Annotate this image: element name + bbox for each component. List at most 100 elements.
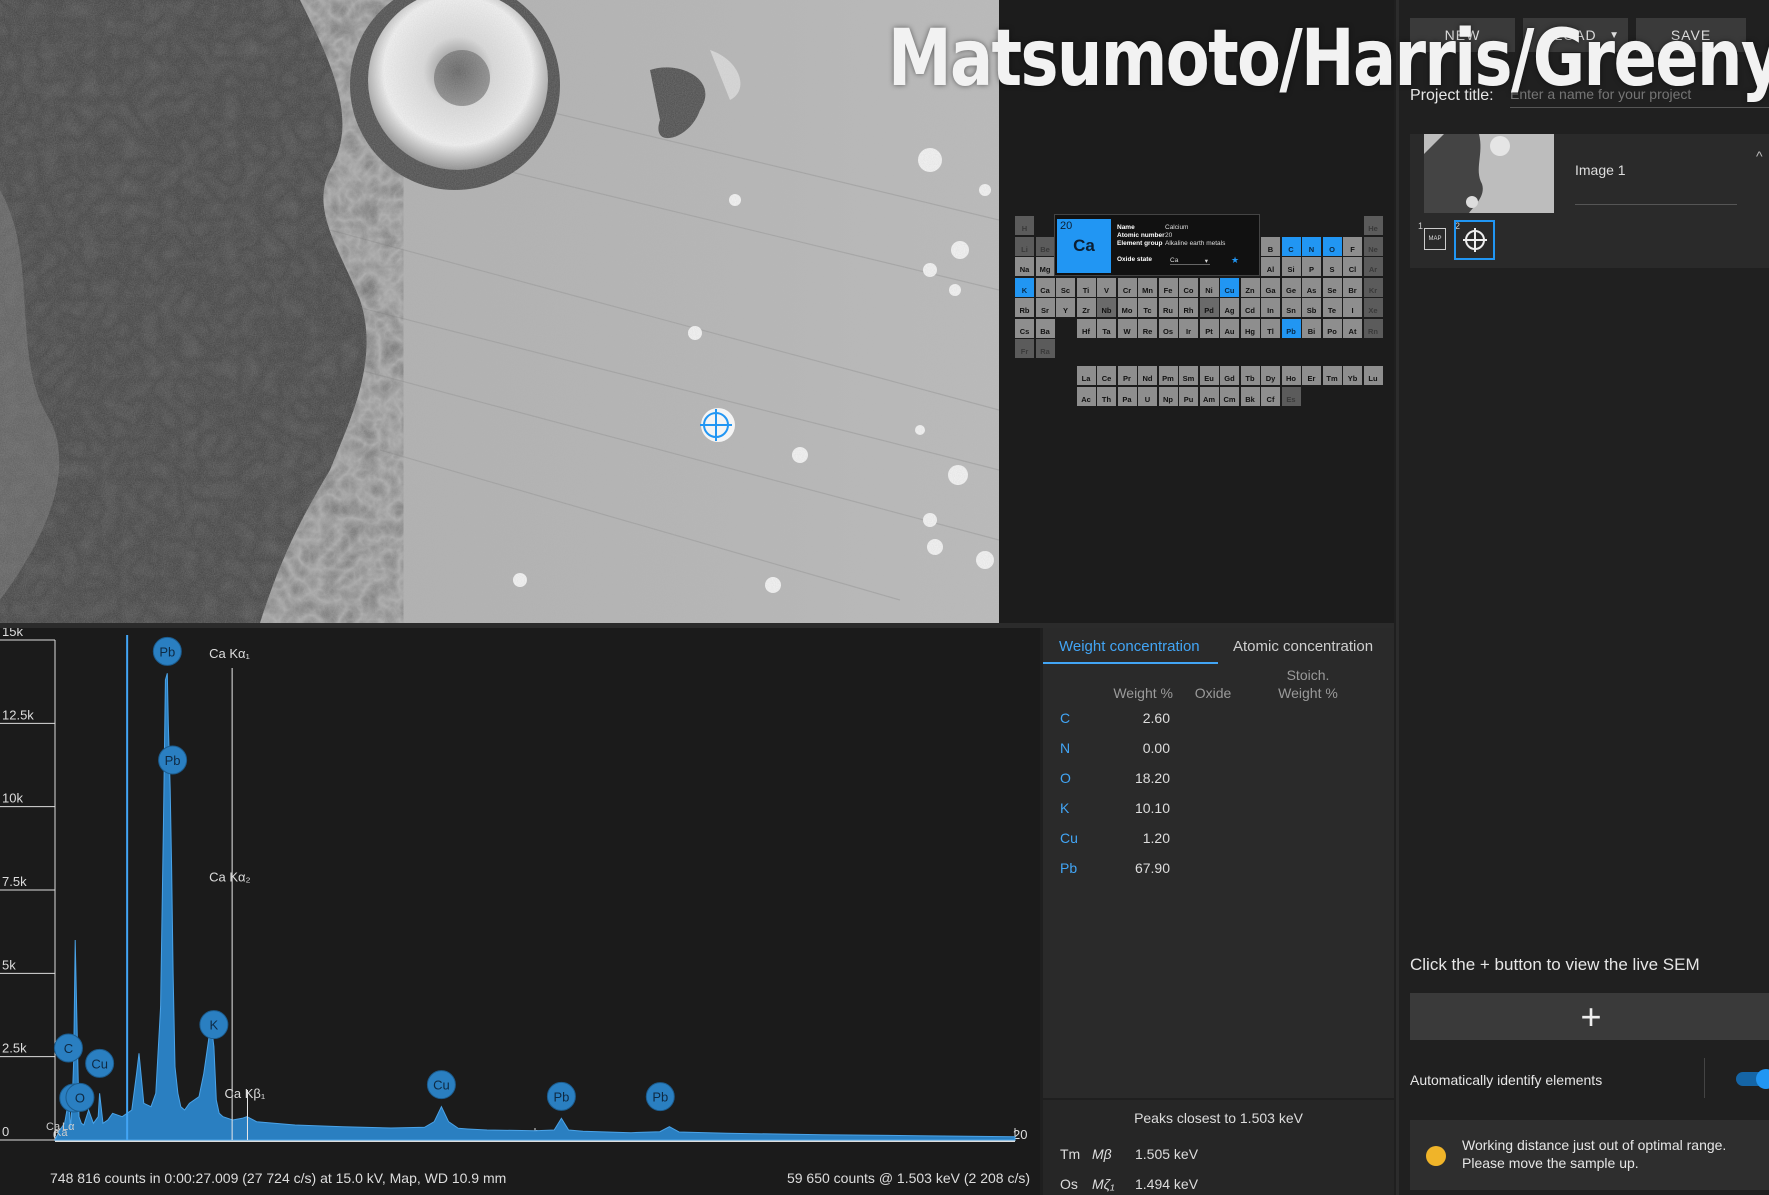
element-Y[interactable]: Y: [1056, 298, 1075, 317]
element-Ca[interactable]: Ca: [1035, 277, 1055, 297]
element-La[interactable]: La: [1076, 366, 1096, 385]
element-Zr[interactable]: Zr: [1076, 298, 1096, 317]
element-Al[interactable]: Al: [1261, 257, 1280, 276]
collapse-icon[interactable]: ^: [1756, 148, 1763, 164]
element-Gd[interactable]: Gd: [1220, 366, 1239, 385]
element-Ag[interactable]: Ag: [1220, 298, 1239, 317]
element-Mg[interactable]: Mg: [1035, 257, 1055, 276]
element-Cm[interactable]: Cm: [1220, 387, 1239, 406]
element-Nd[interactable]: Nd: [1138, 366, 1157, 385]
element-As[interactable]: As: [1302, 277, 1321, 297]
element-Hg[interactable]: Hg: [1240, 318, 1260, 338]
concentration-row[interactable]: O 18.20: [1060, 770, 1170, 800]
element-Ne[interactable]: Ne: [1363, 236, 1383, 256]
element-Ir[interactable]: Ir: [1179, 318, 1198, 338]
element-Fe[interactable]: Fe: [1158, 277, 1178, 297]
save-button[interactable]: SAVE: [1636, 18, 1746, 52]
element-Cu[interactable]: Cu: [1220, 277, 1239, 297]
concentration-row[interactable]: N 0.00: [1060, 740, 1170, 770]
element-Cr[interactable]: Cr: [1117, 277, 1137, 297]
element-Pb[interactable]: Pb: [1281, 318, 1301, 338]
element-Th[interactable]: Th: [1097, 387, 1116, 406]
eds-spectrum-panel[interactable]: 02.5k5k7.5k10k12.5k15k01020Ca Kα₁Ca Kα₂C…: [0, 624, 1040, 1195]
element-Hf[interactable]: Hf: [1076, 318, 1096, 338]
element-Rn[interactable]: Rn: [1363, 318, 1383, 338]
element-B[interactable]: B: [1261, 236, 1280, 256]
element-Lu[interactable]: Lu: [1363, 366, 1383, 385]
element-Cl[interactable]: Cl: [1343, 257, 1362, 276]
concentration-row[interactable]: K 10.10: [1060, 800, 1170, 830]
sem-image-view[interactable]: [0, 0, 999, 623]
element-Nb[interactable]: Nb: [1097, 298, 1116, 317]
element-Tc[interactable]: Tc: [1138, 298, 1157, 317]
element-Sm[interactable]: Sm: [1179, 366, 1198, 385]
element-F[interactable]: F: [1343, 236, 1362, 256]
element-Pm[interactable]: Pm: [1158, 366, 1178, 385]
element-Bk[interactable]: Bk: [1240, 387, 1260, 406]
element-Co[interactable]: Co: [1179, 277, 1198, 297]
concentration-row[interactable]: Cu 1.20: [1060, 830, 1170, 860]
element-N[interactable]: N: [1302, 236, 1321, 256]
element-Tb[interactable]: Tb: [1240, 366, 1260, 385]
element-Ar[interactable]: Ar: [1363, 257, 1383, 276]
element-Es[interactable]: Es: [1281, 387, 1301, 406]
favorite-star-icon[interactable]: ★: [1231, 255, 1239, 266]
element-Li[interactable]: Li: [1015, 236, 1034, 256]
element-Zn[interactable]: Zn: [1240, 277, 1260, 297]
element-Rb[interactable]: Rb: [1015, 298, 1034, 317]
element-Os[interactable]: Os: [1158, 318, 1178, 338]
element-Mn[interactable]: Mn: [1138, 277, 1157, 297]
element-H[interactable]: H: [1015, 216, 1034, 235]
element-Fr[interactable]: Fr: [1015, 339, 1034, 358]
element-U[interactable]: U: [1138, 387, 1157, 406]
element-Rh[interactable]: Rh: [1179, 298, 1198, 317]
element-Sb[interactable]: Sb: [1302, 298, 1321, 317]
element-Be[interactable]: Be: [1035, 236, 1055, 256]
element-Ac[interactable]: Ac: [1076, 387, 1096, 406]
element-Eu[interactable]: Eu: [1199, 366, 1219, 385]
element-V[interactable]: V: [1097, 277, 1116, 297]
element-Na[interactable]: Na: [1015, 257, 1034, 276]
element-Pa[interactable]: Pa: [1117, 387, 1137, 406]
element-Ho[interactable]: Ho: [1281, 366, 1301, 385]
element-Au[interactable]: Au: [1220, 318, 1239, 338]
element-S[interactable]: S: [1322, 257, 1342, 276]
element-Xe[interactable]: Xe: [1363, 298, 1383, 317]
element-Cf[interactable]: Cf: [1261, 387, 1280, 406]
element-K[interactable]: K: [1015, 277, 1034, 297]
element-P[interactable]: P: [1302, 257, 1321, 276]
element-Ce[interactable]: Ce: [1097, 366, 1116, 385]
image-thumbnail[interactable]: [1424, 134, 1554, 213]
element-Sn[interactable]: Sn: [1281, 298, 1301, 317]
element-Pr[interactable]: Pr: [1117, 366, 1137, 385]
element-Ga[interactable]: Ga: [1261, 277, 1280, 297]
element-Ni[interactable]: Ni: [1199, 277, 1219, 297]
auto-identify-toggle[interactable]: [1736, 1069, 1769, 1089]
concentration-row[interactable]: Pb 67.90: [1060, 860, 1170, 890]
image-card[interactable]: Image 1 ^ 1 MAP 2: [1410, 134, 1769, 268]
tab-atomic-concentration[interactable]: Atomic concentration: [1233, 638, 1373, 655]
map-tool-icon[interactable]: MAP: [1424, 228, 1446, 250]
element-Pu[interactable]: Pu: [1179, 387, 1198, 406]
add-live-sem-button[interactable]: +: [1410, 993, 1769, 1040]
element-Pt[interactable]: Pt: [1199, 318, 1219, 338]
element-Cd[interactable]: Cd: [1240, 298, 1260, 317]
element-Dy[interactable]: Dy: [1261, 366, 1280, 385]
element-Ge[interactable]: Ge: [1281, 277, 1301, 297]
element-At[interactable]: At: [1343, 318, 1362, 338]
element-Kr[interactable]: Kr: [1363, 277, 1383, 297]
element-Yb[interactable]: Yb: [1343, 366, 1362, 385]
element-Pd[interactable]: Pd: [1199, 298, 1219, 317]
element-C[interactable]: C: [1281, 236, 1301, 256]
element-Am[interactable]: Am: [1199, 387, 1219, 406]
oxide-state-select[interactable]: Ca ▾: [1170, 257, 1210, 265]
element-In[interactable]: In: [1261, 298, 1280, 317]
element-Ti[interactable]: Ti: [1076, 277, 1096, 297]
element-Br[interactable]: Br: [1343, 277, 1362, 297]
element-Re[interactable]: Re: [1138, 318, 1157, 338]
element-Sc[interactable]: Sc: [1056, 277, 1075, 297]
element-Sr[interactable]: Sr: [1035, 298, 1055, 317]
element-Si[interactable]: Si: [1281, 257, 1301, 276]
element-He[interactable]: He: [1363, 216, 1383, 235]
element-Po[interactable]: Po: [1322, 318, 1342, 338]
